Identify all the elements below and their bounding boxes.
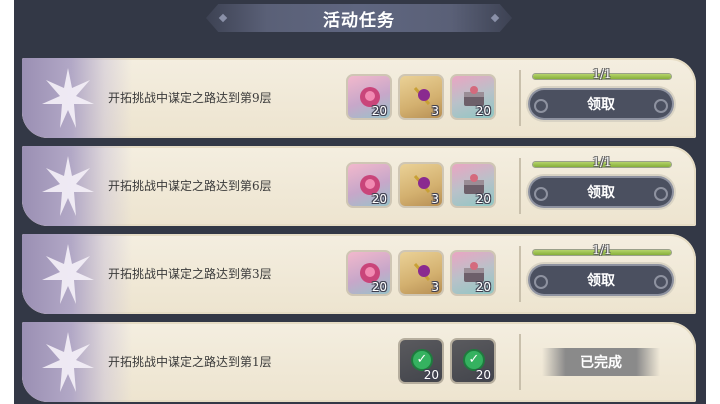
divider (519, 70, 521, 126)
reward-item[interactable]: 20 (346, 74, 392, 120)
task-description: 开拓挑战中谋定之路达到第1层 (108, 355, 272, 369)
reward-count: 20 (475, 368, 491, 382)
task-row: 开拓挑战中谋定之路达到第6层 20 3 20 1/1 领取 (22, 146, 696, 226)
banner-ornament-icon (490, 13, 500, 23)
reward-item-claimed[interactable]: ✓ 20 (450, 338, 496, 384)
completed-status: 已完成 (542, 348, 660, 376)
reward-count: 20 (475, 280, 491, 294)
reward-count: 20 (475, 104, 491, 118)
reward-count: 20 (475, 192, 491, 206)
claim-button-label: 领取 (587, 97, 615, 113)
reward-list: 20 3 20 (346, 250, 496, 298)
reward-item[interactable]: 20 (450, 250, 496, 296)
reward-item[interactable]: 20 (450, 74, 496, 120)
reward-item-claimed[interactable]: ✓ 20 (398, 338, 444, 384)
reward-count: 3 (431, 192, 439, 206)
page-title: 活动任务 (323, 10, 395, 31)
banner-ornament-icon (218, 13, 228, 23)
reward-list: ✓ 20 ✓ 20 (398, 338, 496, 386)
reward-count: 20 (371, 104, 387, 118)
reward-item[interactable]: 3 (398, 74, 444, 120)
title-banner: 活动任务 (206, 4, 512, 32)
path-emblem-icon (42, 156, 94, 216)
progress-text: 1/1 (592, 243, 612, 257)
task-row: 开拓挑战中谋定之路达到第9层 20 3 20 1/1 领取 (22, 58, 696, 138)
path-emblem-icon (42, 332, 94, 392)
progress-text: 1/1 (592, 67, 612, 81)
path-emblem-icon (42, 68, 94, 128)
reward-item[interactable]: 20 (450, 162, 496, 208)
claim-button-label: 领取 (587, 185, 615, 201)
reward-item[interactable]: 20 (346, 250, 392, 296)
task-description: 开拓挑战中谋定之路达到第3层 (108, 267, 272, 281)
claim-button-label: 领取 (587, 273, 615, 289)
task-description: 开拓挑战中谋定之路达到第9层 (108, 91, 272, 105)
claim-button[interactable]: 领取 (530, 178, 672, 206)
path-emblem-icon (42, 244, 94, 304)
claim-button[interactable]: 领取 (530, 266, 672, 294)
reward-count: 20 (371, 280, 387, 294)
reward-item[interactable]: 20 (346, 162, 392, 208)
reward-count: 20 (423, 368, 439, 382)
reward-count: 3 (431, 280, 439, 294)
reward-item[interactable]: 3 (398, 250, 444, 296)
reward-item[interactable]: 3 (398, 162, 444, 208)
task-row: 开拓挑战中谋定之路达到第3层 20 3 20 1/1 领取 (22, 234, 696, 314)
reward-list: 20 3 20 (346, 162, 496, 210)
divider (519, 158, 521, 214)
divider (519, 246, 521, 302)
task-row: 开拓挑战中谋定之路达到第1层 ✓ 20 ✓ 20 已完成 (22, 322, 696, 402)
reward-list: 20 3 20 (346, 74, 496, 122)
reward-count: 3 (431, 104, 439, 118)
divider (519, 334, 521, 390)
task-description: 开拓挑战中谋定之路达到第6层 (108, 179, 272, 193)
claim-button[interactable]: 领取 (530, 90, 672, 118)
progress-text: 1/1 (592, 155, 612, 169)
reward-count: 20 (371, 192, 387, 206)
